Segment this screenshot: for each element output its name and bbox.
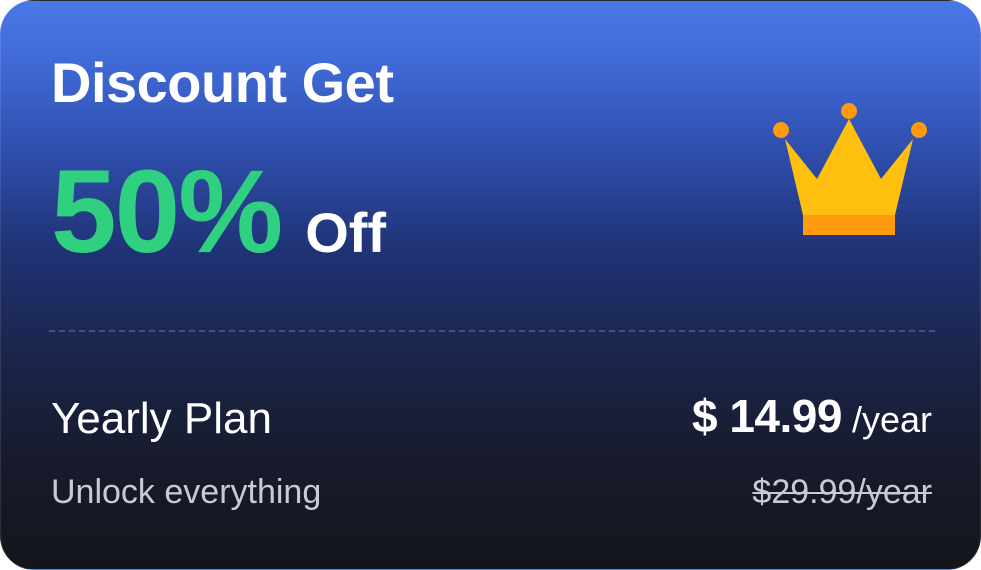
plan-name: Yearly Plan <box>51 394 272 443</box>
plan-period: /year <box>851 399 932 440</box>
discount-percent: 50% <box>51 146 283 278</box>
dashed-divider <box>49 330 935 332</box>
discount-offer: 50% Off <box>51 153 386 271</box>
discount-suffix: Off <box>305 201 387 264</box>
plan-price-row: $ 14.99 /year <box>692 393 932 439</box>
crown-icon <box>773 103 927 235</box>
plan-subtitle: Unlock everything <box>51 473 322 511</box>
discount-offer-card[interactable]: Discount Get 50% Off Yearly Plan Unlock … <box>0 0 981 570</box>
plan-price: $ 14.99 <box>691 390 842 442</box>
discount-headline: Discount Get <box>51 51 394 114</box>
plan-original-price: $29.99/year <box>752 473 932 511</box>
